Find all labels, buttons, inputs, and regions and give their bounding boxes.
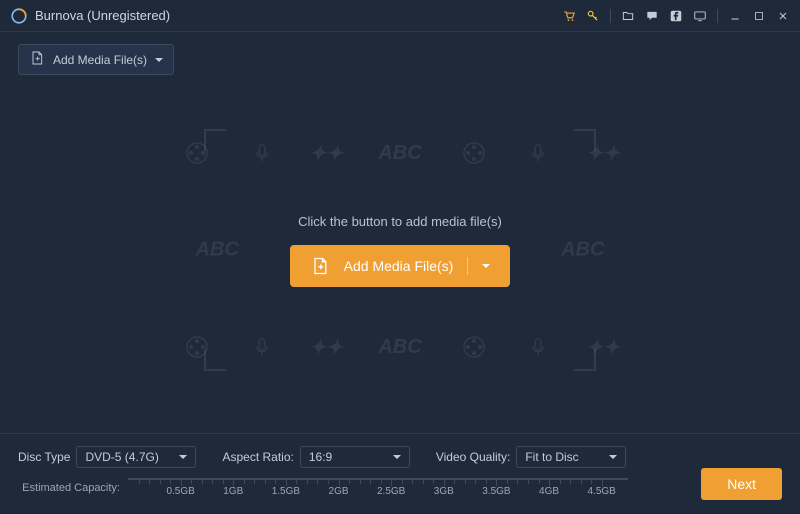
chat-icon[interactable]	[645, 9, 659, 23]
add-media-button-large[interactable]: Add Media File(s)	[290, 245, 511, 287]
chevron-down-icon	[155, 58, 163, 62]
capacity-tick-label: 2.5GB	[377, 486, 405, 497]
capacity-tick-label: 3.5GB	[482, 486, 510, 497]
stars-icon: ✦✦	[314, 141, 338, 165]
bg-text-abc: ABC	[378, 336, 421, 359]
reel-icon	[185, 335, 209, 359]
next-button[interactable]: Next	[701, 468, 782, 500]
chevron-down-icon[interactable]	[482, 264, 490, 268]
reel-icon	[462, 141, 486, 165]
button-separator	[467, 257, 468, 275]
disc-type-dropdown[interactable]: DVD-5 (4.7G)	[76, 446, 196, 468]
window-title: Burnova (Unregistered)	[35, 8, 170, 23]
capacity-label: Estimated Capacity:	[18, 482, 128, 494]
file-add-icon	[29, 50, 45, 69]
reel-icon	[185, 141, 209, 165]
close-icon[interactable]	[776, 9, 790, 23]
aspect-ratio-setting: Aspect Ratio: 16:9	[222, 446, 409, 468]
bottom-panel: Disc Type DVD-5 (4.7G) Aspect Ratio: 16:…	[0, 433, 800, 514]
chevron-down-icon	[609, 455, 617, 459]
add-media-label-small: Add Media File(s)	[53, 53, 147, 67]
chevron-down-icon	[393, 455, 401, 459]
capacity-ruler: 0.5GB 1GB 1.5GB 2GB 2.5GB 3GB 3.5GB 4GB 4.5GB	[128, 478, 628, 498]
key-icon[interactable]	[586, 9, 600, 23]
capacity-tick-label: 0.5GB	[166, 486, 194, 497]
stars-icon: ✦✦	[591, 335, 615, 359]
chevron-down-icon	[179, 455, 187, 459]
app-logo-icon	[10, 7, 28, 25]
mic-icon	[250, 141, 274, 165]
bg-text-abc: ABC	[196, 239, 239, 262]
file-add-icon	[310, 256, 330, 276]
open-file-icon[interactable]	[621, 9, 635, 23]
bg-row-top: ✦✦ ABC ✦✦	[165, 141, 635, 165]
disc-type-label: Disc Type	[18, 450, 70, 464]
capacity-tick-label: 3GB	[434, 486, 454, 497]
video-quality-dropdown[interactable]: Fit to Disc	[516, 446, 626, 468]
stars-icon: ✦✦	[314, 335, 338, 359]
bg-row-bot: ✦✦ ABC ✦✦	[165, 335, 635, 359]
drop-hint-text: Click the button to add media file(s)	[298, 214, 502, 229]
bg-text-abc: ABC	[378, 142, 421, 165]
monitor-icon[interactable]	[693, 9, 707, 23]
aspect-ratio-value: 16:9	[309, 450, 332, 464]
capacity-tick-label: 2GB	[329, 486, 349, 497]
add-media-label-large: Add Media File(s)	[344, 258, 454, 274]
bg-text-abc: ABC	[561, 239, 604, 262]
titlebar-divider	[610, 9, 611, 23]
aspect-ratio-label: Aspect Ratio:	[222, 450, 293, 464]
maximize-icon[interactable]	[752, 9, 766, 23]
capacity-tick-label: 1GB	[223, 486, 243, 497]
capacity-tick-label: 4GB	[539, 486, 559, 497]
disc-type-value: DVD-5 (4.7G)	[85, 450, 158, 464]
toolbar: Add Media File(s)	[0, 32, 800, 87]
minimize-icon[interactable]	[728, 9, 742, 23]
video-quality-value: Fit to Disc	[525, 450, 578, 464]
stars-icon: ✦✦	[591, 141, 615, 165]
video-quality-setting: Video Quality: Fit to Disc	[436, 446, 627, 468]
facebook-icon[interactable]	[669, 9, 683, 23]
titlebar-divider-2	[717, 9, 718, 23]
aspect-ratio-dropdown[interactable]: 16:9	[300, 446, 410, 468]
disc-type-setting: Disc Type DVD-5 (4.7G)	[18, 446, 196, 468]
capacity-tick-label: 1.5GB	[272, 486, 300, 497]
mic-icon	[250, 335, 274, 359]
capacity-tick-label: 4.5GB	[587, 486, 615, 497]
drop-area: ✦✦ ABC ✦✦ ABC ABC ✦✦ ABC ✦✦ Click the bu…	[0, 120, 800, 380]
reel-icon	[462, 335, 486, 359]
video-quality-label: Video Quality:	[436, 450, 511, 464]
cart-icon[interactable]	[562, 9, 576, 23]
mic-icon	[526, 141, 550, 165]
add-media-button-small[interactable]: Add Media File(s)	[18, 44, 174, 75]
mic-icon	[526, 335, 550, 359]
titlebar: Burnova (Unregistered)	[0, 0, 800, 32]
